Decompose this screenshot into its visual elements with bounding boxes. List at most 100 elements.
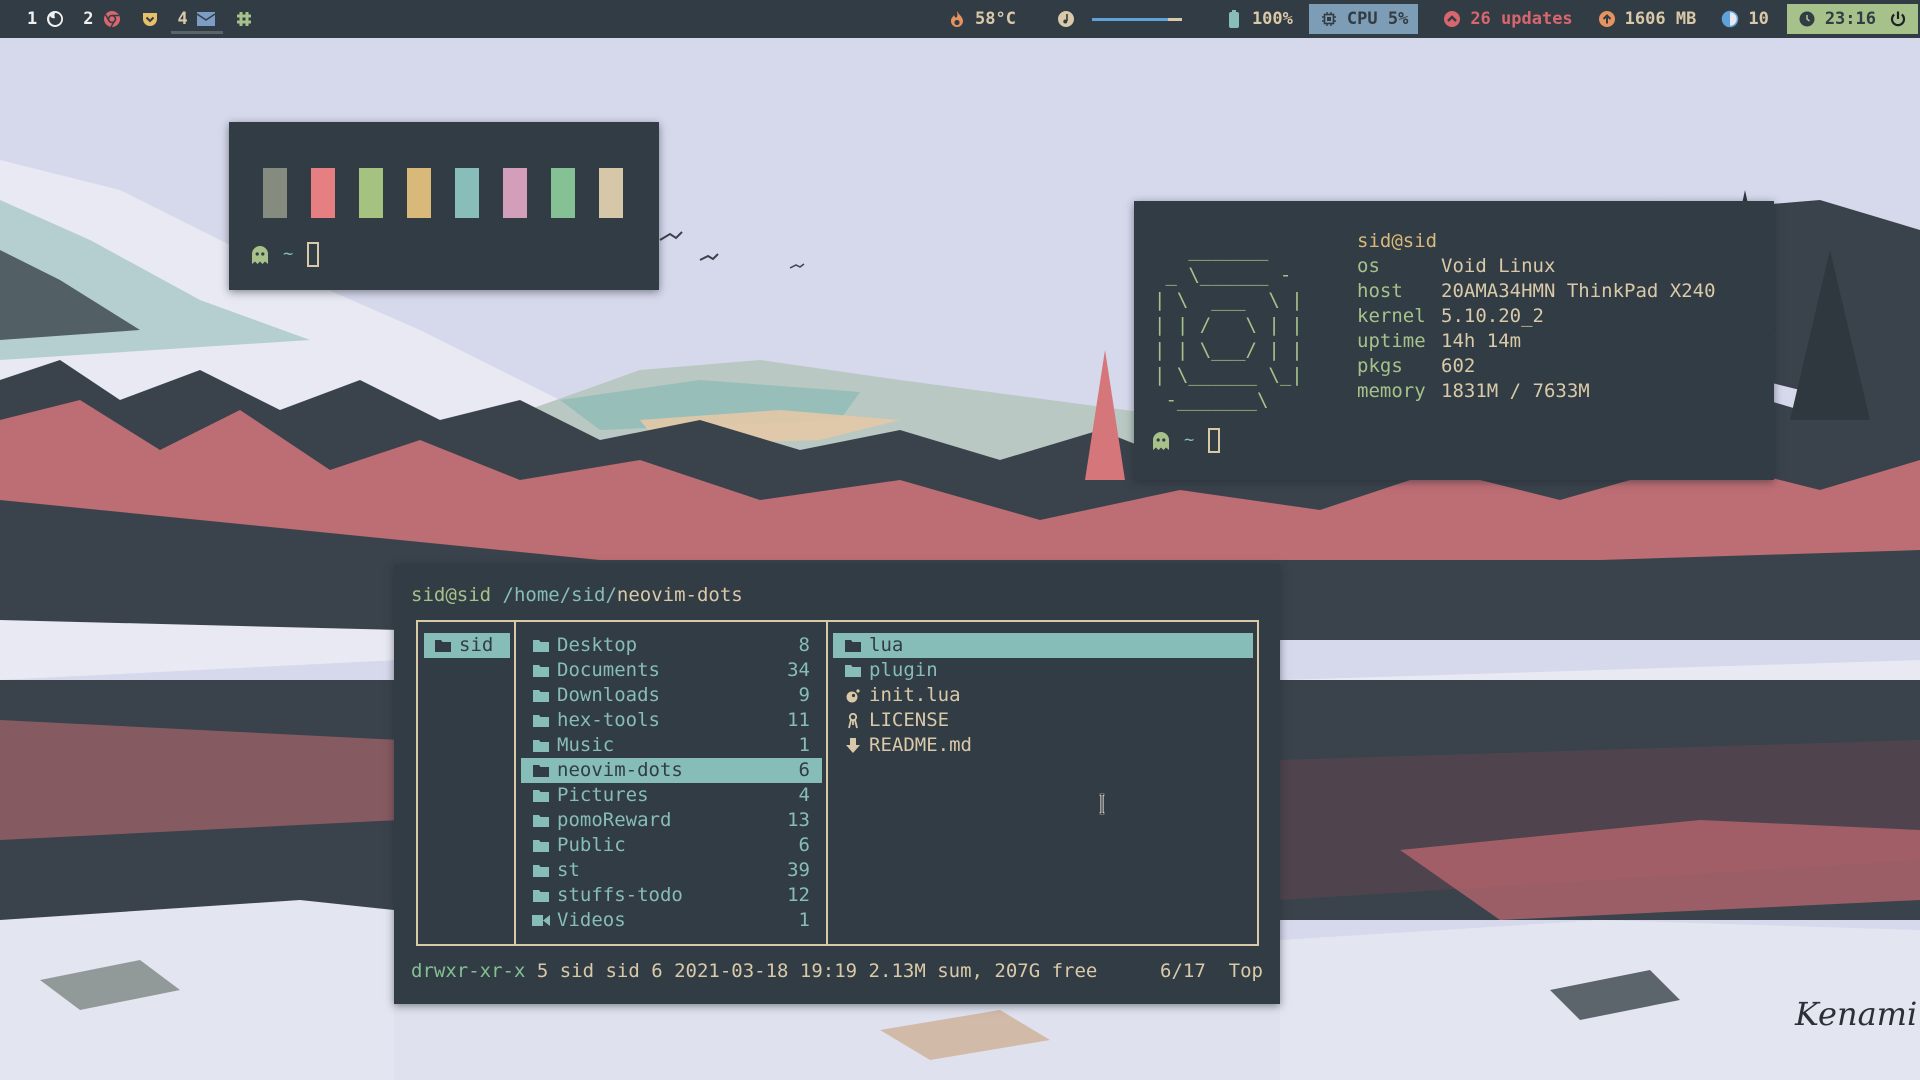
folder-icon bbox=[532, 788, 550, 804]
directory-item[interactable]: Desktop 8 bbox=[521, 633, 822, 658]
directory-item[interactable]: Pictures 4 bbox=[521, 783, 822, 808]
info-value: 602 bbox=[1441, 355, 1476, 377]
directory-item[interactable]: Videos 1 bbox=[521, 908, 822, 933]
item-name: Pictures bbox=[557, 784, 649, 806]
item-count: 39 bbox=[787, 859, 810, 881]
markdown-icon bbox=[844, 737, 862, 754]
parent-pane: sid bbox=[418, 622, 514, 944]
preview-item[interactable]: plugin bbox=[833, 658, 1253, 683]
directory-item[interactable]: neovim-dots 6 bbox=[521, 758, 822, 783]
temperature-module: 58°C bbox=[935, 0, 1028, 38]
directory-item[interactable]: stuffs-todo 12 bbox=[521, 883, 822, 908]
folder-icon bbox=[532, 713, 550, 729]
file-details: 5 sid sid 6 2021-03-18 19:19 2.13M sum, … bbox=[525, 960, 1098, 982]
brightness-module[interactable]: 10 bbox=[1708, 0, 1780, 38]
item-count: 6 bbox=[798, 834, 810, 856]
item-name: st bbox=[557, 859, 580, 881]
void-linux-ascii-logo: _______ _ \______ - | \ ___ \ | | | / \ … bbox=[1154, 239, 1303, 411]
power-icon[interactable] bbox=[1888, 9, 1908, 29]
battery-module: 100% bbox=[1212, 0, 1305, 38]
directory-item[interactable]: Downloads 9 bbox=[521, 683, 822, 708]
workspace-5[interactable] bbox=[225, 0, 263, 38]
updates-module[interactable]: 26 updates bbox=[1430, 0, 1584, 38]
preview-item[interactable]: README.md bbox=[833, 733, 1253, 758]
preview-item[interactable]: init.lua bbox=[833, 683, 1253, 708]
mouse-ibeam-cursor bbox=[1099, 792, 1105, 816]
info-row-uptime: uptime 14h 14m bbox=[1357, 329, 1716, 354]
terminal-color-palette[interactable]: ~ bbox=[229, 122, 659, 290]
file-manager-panes: sid Desktop 8 Documents 34 Downloads 9 hex-too… bbox=[416, 620, 1259, 946]
workspace-3[interactable] bbox=[131, 0, 169, 38]
chrome-icon bbox=[102, 9, 122, 29]
directory-item[interactable]: st 39 bbox=[521, 858, 822, 883]
info-key: memory bbox=[1357, 380, 1426, 402]
item-count: 12 bbox=[787, 884, 810, 906]
info-value: 5.10.20_2 bbox=[1441, 305, 1544, 327]
brightness-icon bbox=[1720, 9, 1740, 29]
folder-icon bbox=[532, 738, 550, 754]
item-count: 1 bbox=[798, 734, 810, 756]
volume-module[interactable] bbox=[1044, 0, 1202, 38]
preview-item[interactable]: lua bbox=[833, 633, 1253, 658]
directory-item[interactable]: pomoReward 13 bbox=[521, 808, 822, 833]
folder-icon bbox=[532, 763, 550, 779]
item-name: hex-tools bbox=[557, 709, 660, 731]
directory-item[interactable]: Documents 34 bbox=[521, 658, 822, 683]
item-name: plugin bbox=[869, 659, 938, 681]
path-current: neovim-dots bbox=[616, 584, 743, 606]
workspace-number: 2 bbox=[83, 9, 94, 29]
clock-icon bbox=[1797, 9, 1817, 29]
color-swatch bbox=[599, 168, 623, 218]
folder-icon bbox=[532, 813, 550, 829]
item-count: 6 bbox=[798, 759, 810, 781]
cpu-module: CPU 5% bbox=[1308, 4, 1419, 34]
info-value: 1831M / 7633M bbox=[1441, 380, 1590, 402]
clock-value: 23:16 bbox=[1824, 9, 1876, 29]
workspace-1[interactable]: 1 bbox=[18, 0, 74, 38]
item-name: neovim-dots bbox=[557, 759, 683, 781]
brightness-value: 10 bbox=[1748, 9, 1769, 29]
folder-icon bbox=[532, 663, 550, 679]
info-row-host: host 20AMA34HMN ThinkPad X240 bbox=[1357, 279, 1716, 304]
prompt-path: ~ bbox=[283, 244, 294, 264]
info-key: host bbox=[1357, 280, 1403, 302]
directory-item[interactable]: Public 6 bbox=[521, 833, 822, 858]
directory-item[interactable]: Music 1 bbox=[521, 733, 822, 758]
info-key: os bbox=[1357, 255, 1380, 277]
terminal-system-info[interactable]: _______ _ \______ - | \ ___ \ | | | / \ … bbox=[1134, 201, 1774, 480]
updates-value: 26 updates bbox=[1470, 9, 1573, 29]
volume-slider[interactable] bbox=[1091, 17, 1182, 21]
shell-prompt: ~ bbox=[251, 242, 320, 267]
workspace-4[interactable]: 4 bbox=[169, 0, 225, 38]
color-swatches bbox=[263, 168, 623, 218]
workspace-list: 1 2 4 bbox=[0, 0, 263, 38]
system-info: sid@sid os Void Linux host 20AMA34HMN Think… bbox=[1357, 229, 1716, 404]
workspace-2[interactable]: 2 bbox=[74, 0, 130, 38]
pocket-icon bbox=[140, 9, 160, 29]
item-count: 11 bbox=[787, 709, 810, 731]
file-manager-window[interactable]: sid@sid /home/sid/neovim-dots sid Deskto… bbox=[394, 564, 1280, 1004]
color-swatch bbox=[503, 168, 527, 218]
directory-item[interactable]: hex-tools 11 bbox=[521, 708, 822, 733]
folder-icon bbox=[532, 838, 550, 854]
workspace-number: 1 bbox=[27, 9, 38, 29]
parent-dir-item[interactable]: sid bbox=[424, 633, 510, 658]
ghost-icon bbox=[251, 245, 269, 265]
position-indicator: 6/17 Top bbox=[1160, 959, 1263, 984]
item-name: LICENSE bbox=[869, 709, 950, 731]
cpu-value: CPU 5% bbox=[1346, 9, 1409, 29]
item-count: 8 bbox=[798, 634, 810, 656]
memory-upload-icon bbox=[1597, 9, 1617, 29]
memory-value: 1606 MB bbox=[1624, 9, 1697, 29]
color-swatch bbox=[263, 168, 287, 218]
clock-module: 23:16 bbox=[1786, 4, 1918, 34]
folder-icon bbox=[532, 688, 550, 704]
item-count: 13 bbox=[787, 809, 810, 831]
flame-icon bbox=[947, 9, 967, 29]
item-count: 1 bbox=[798, 909, 810, 931]
preview-item[interactable]: LICENSE bbox=[833, 708, 1253, 733]
video-icon bbox=[532, 913, 550, 929]
info-row-kernel: kernel 5.10.20_2 bbox=[1357, 304, 1716, 329]
mail-icon bbox=[196, 9, 216, 29]
item-name: init.lua bbox=[869, 684, 961, 706]
